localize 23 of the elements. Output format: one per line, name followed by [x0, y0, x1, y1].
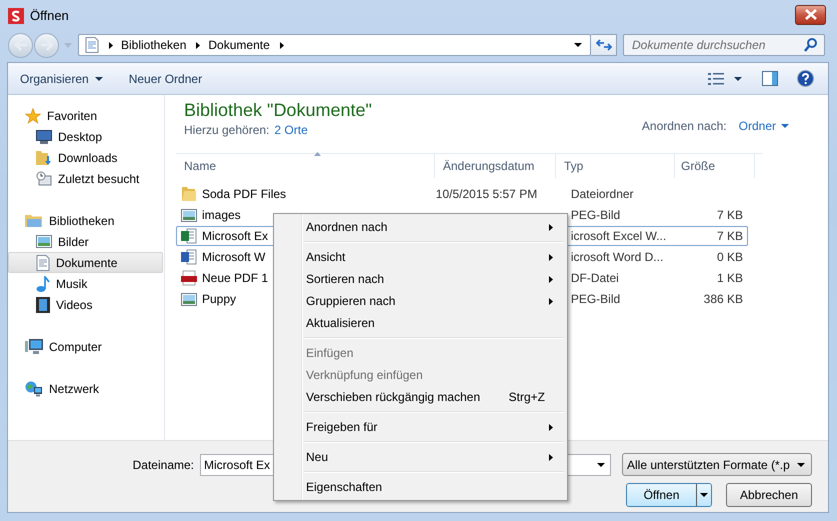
file-name: Puppy: [202, 292, 236, 306]
file-name: Neue PDF 1: [202, 271, 268, 285]
file-name: images: [202, 208, 241, 222]
file-size: 0 KB: [717, 250, 744, 264]
file-size: 386 KB: [704, 292, 744, 306]
file-type: icrosoft Word D...: [570, 250, 664, 264]
file-size: 7 KB: [717, 229, 744, 243]
filename-label: Dateiname:: [132, 458, 194, 472]
library-title: Bibliothek "Dokumente": [184, 100, 372, 121]
file-name: Microsoft W: [202, 250, 266, 264]
modified-date: 10/5/2015 5:57 PM: [436, 187, 538, 201]
file-size: 7 KB: [717, 208, 744, 222]
file-size: 1 KB: [717, 271, 744, 285]
includes-label: Hierzu gehören:: [184, 123, 270, 137]
file-name: Soda PDF Files: [202, 187, 286, 201]
window-title: Öffnen: [30, 8, 69, 23]
file-type: PEG-Bild: [570, 208, 620, 222]
file-type: icrosoft Excel W...: [570, 229, 666, 243]
file-type: Dateiordner: [570, 187, 634, 201]
file-type: DF-Datei: [570, 271, 619, 285]
arrange-label: Anordnen nach:: [642, 119, 727, 133]
file-type: PEG-Bild: [570, 292, 620, 306]
file-name: Microsoft Ex: [202, 229, 268, 243]
